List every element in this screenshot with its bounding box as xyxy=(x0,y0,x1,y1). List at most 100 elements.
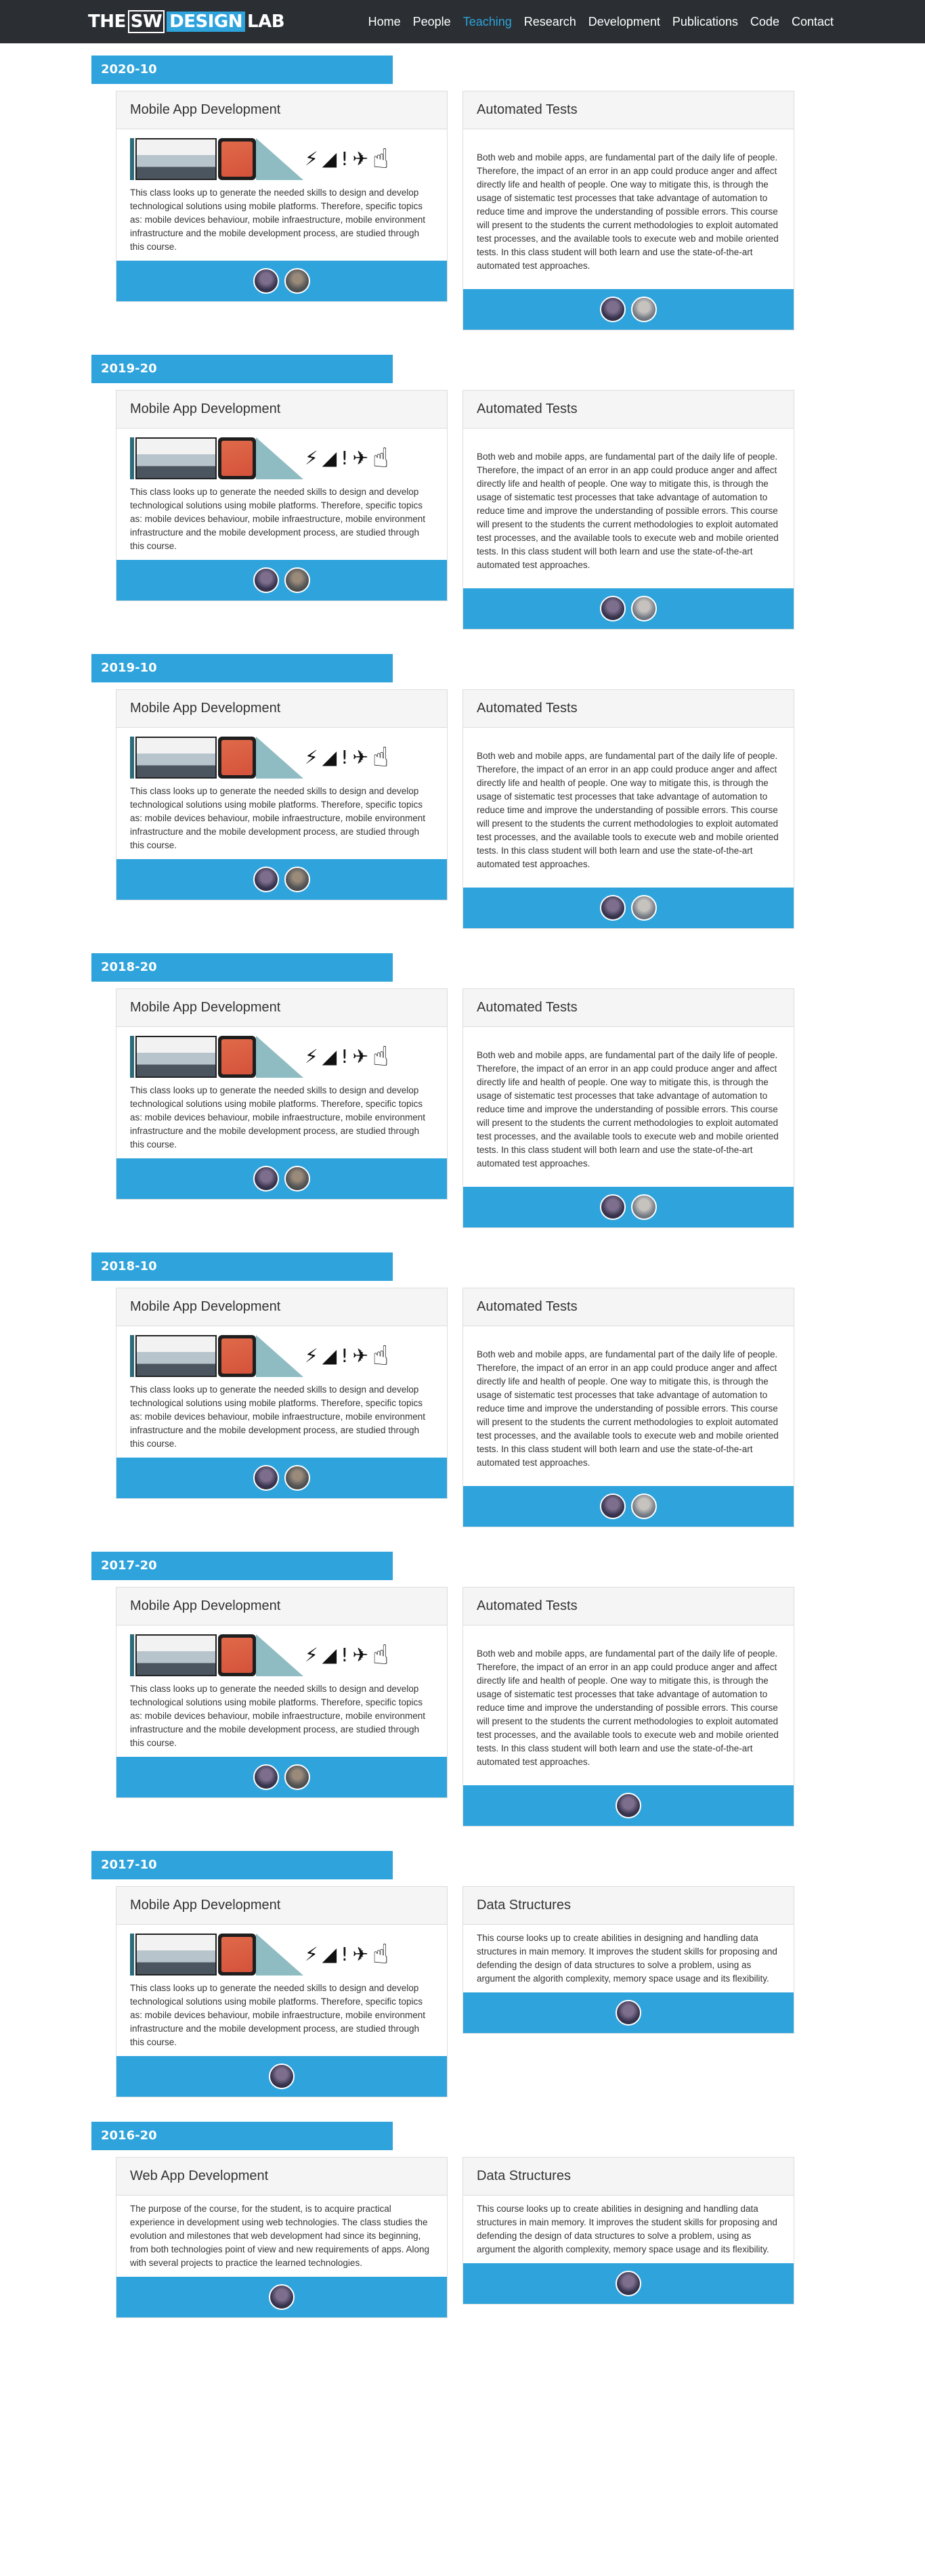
course-instructors xyxy=(463,888,794,928)
course-description: Both web and mobile apps, are fundamenta… xyxy=(477,1050,779,1169)
airplane-icon: ✈ xyxy=(352,1345,368,1367)
touch-icon: ☝ xyxy=(372,1640,389,1671)
banner-phone-icon xyxy=(218,737,256,779)
instructor-avatar[interactable] xyxy=(284,1465,310,1491)
nav-link-code[interactable]: Code xyxy=(750,15,779,29)
course-description: This class looks up to generate the need… xyxy=(130,1983,425,2047)
instructor-avatar[interactable] xyxy=(631,596,657,621)
instructor-avatar[interactable] xyxy=(600,596,626,621)
instructor-avatar[interactable] xyxy=(284,567,310,593)
banner-bar xyxy=(130,1036,134,1078)
instructor-avatar[interactable] xyxy=(269,2284,295,2310)
course-title[interactable]: Mobile App Development xyxy=(116,391,447,429)
course-title[interactable]: Mobile App Development xyxy=(116,1588,447,1625)
nav-link-development[interactable]: Development xyxy=(588,15,660,29)
instructor-avatar[interactable] xyxy=(631,1194,657,1220)
term-label: 2019-10 xyxy=(91,654,393,682)
instructor-avatar[interactable] xyxy=(253,1166,279,1192)
instructor-avatar[interactable] xyxy=(253,867,279,892)
course-row: Mobile App Development ⚡ ◢! ✈ ☝ This class lo… xyxy=(91,988,834,1228)
banner-bar xyxy=(130,737,134,779)
course-body: ⚡ ◢! ✈ ☝ This class looks up to generate the… xyxy=(116,728,447,859)
course-body: ⚡ ◢! ✈ ☝ This class looks up to generate the… xyxy=(116,129,447,261)
nav-link-teaching[interactable]: Teaching xyxy=(463,15,512,29)
site-logo[interactable]: THE SW DESIGN LAB xyxy=(88,10,285,33)
signal-icon: ◢ xyxy=(322,447,337,469)
course-title[interactable]: Web App Development xyxy=(116,2158,447,2196)
course-description: Both web and mobile apps, are fundamenta… xyxy=(477,452,779,570)
alert-icon: ! xyxy=(341,1644,349,1666)
course-title[interactable]: Automated Tests xyxy=(463,1588,794,1625)
instructor-avatar[interactable] xyxy=(600,1194,626,1220)
course-title[interactable]: Automated Tests xyxy=(463,1288,794,1326)
banner-screen-icon xyxy=(135,1934,217,1975)
course-banner-image: ⚡ ◢! ✈ ☝ xyxy=(130,735,433,781)
instructor-avatar[interactable] xyxy=(284,867,310,892)
banner-shape xyxy=(256,1335,303,1377)
instructor-avatar[interactable] xyxy=(616,2000,641,2026)
course-row: Web App Development The purpose of the co… xyxy=(91,2157,834,2318)
instructor-avatar[interactable] xyxy=(284,1166,310,1192)
instructor-avatar[interactable] xyxy=(600,895,626,921)
course-description: Both web and mobile apps, are fundamenta… xyxy=(477,152,779,271)
instructor-avatar[interactable] xyxy=(284,1764,310,1790)
course-title[interactable]: Mobile App Development xyxy=(116,1288,447,1326)
course-body: Both web and mobile apps, are fundamenta… xyxy=(463,429,794,588)
instructor-avatar[interactable] xyxy=(600,1493,626,1519)
teaching-list: 2020-10 Mobile App Development ⚡ ◢! ✈ ☝ This c… xyxy=(91,43,834,2318)
alert-icon: ! xyxy=(341,447,349,469)
nav-link-research[interactable]: Research xyxy=(524,15,576,29)
course-title[interactable]: Mobile App Development xyxy=(116,690,447,728)
top-navbar: THE SW DESIGN LAB Home People Teaching Rese… xyxy=(0,0,925,43)
airplane-icon: ✈ xyxy=(352,746,368,768)
course-title[interactable]: Mobile App Development xyxy=(116,989,447,1027)
banner-shape xyxy=(256,138,303,180)
course-description: This class looks up to generate the need… xyxy=(130,188,425,252)
instructor-avatar[interactable] xyxy=(269,2064,295,2089)
course-body: This course looks up to create abilities… xyxy=(463,2196,794,2263)
instructor-avatar[interactable] xyxy=(284,268,310,294)
course-instructors xyxy=(463,289,794,330)
instructor-avatar[interactable] xyxy=(253,268,279,294)
instructor-avatar[interactable] xyxy=(631,1493,657,1519)
instructor-avatar[interactable] xyxy=(616,2271,641,2296)
instructor-avatar[interactable] xyxy=(631,895,657,921)
course-row: Mobile App Development ⚡ ◢! ✈ ☝ This class lo… xyxy=(91,390,834,630)
banner-shape xyxy=(256,437,303,479)
banner-phone-icon xyxy=(218,1634,256,1676)
course-body: Both web and mobile apps, are fundamenta… xyxy=(463,728,794,888)
nav-link-contact[interactable]: Contact xyxy=(792,15,834,29)
course-banner-image: ⚡ ◢! ✈ ☝ xyxy=(130,1632,433,1678)
nav-link-people[interactable]: People xyxy=(413,15,451,29)
term-section: 2019-20 Mobile App Development ⚡ ◢! ✈ ☝ This c… xyxy=(91,355,834,630)
banner-bar xyxy=(130,437,134,479)
course-card: Mobile App Development ⚡ ◢! ✈ ☝ This class lo… xyxy=(116,91,448,302)
course-banner-image: ⚡ ◢! ✈ ☝ xyxy=(130,136,433,182)
course-banner-image: ⚡ ◢! ✈ ☝ xyxy=(130,1034,433,1080)
course-title[interactable]: Data Structures xyxy=(463,2158,794,2196)
course-title[interactable]: Automated Tests xyxy=(463,989,794,1027)
banner-shape xyxy=(256,1036,303,1078)
course-instructors xyxy=(116,1458,447,1498)
nav-link-home[interactable]: Home xyxy=(368,15,401,29)
course-title[interactable]: Automated Tests xyxy=(463,391,794,429)
course-body: This course looks up to create abilities… xyxy=(463,1925,794,1992)
bluetooth-icon: ⚡ xyxy=(305,746,318,768)
logo-part-the: THE xyxy=(88,12,126,32)
instructor-avatar[interactable] xyxy=(616,1793,641,1818)
course-title[interactable]: Mobile App Development xyxy=(116,1887,447,1925)
course-title[interactable]: Automated Tests xyxy=(463,690,794,728)
course-description: This class looks up to generate the need… xyxy=(130,786,425,850)
instructor-avatar[interactable] xyxy=(253,1764,279,1790)
instructor-avatar[interactable] xyxy=(631,297,657,322)
touch-icon: ☝ xyxy=(372,1041,389,1072)
banner-bar xyxy=(130,1934,134,1975)
instructor-avatar[interactable] xyxy=(600,297,626,322)
course-title[interactable]: Data Structures xyxy=(463,1887,794,1925)
instructor-avatar[interactable] xyxy=(253,1465,279,1491)
nav-link-publications[interactable]: Publications xyxy=(672,15,738,29)
instructor-avatar[interactable] xyxy=(253,567,279,593)
course-title[interactable]: Automated Tests xyxy=(463,91,794,129)
term-label: 2019-20 xyxy=(91,355,393,383)
course-title[interactable]: Mobile App Development xyxy=(116,91,447,129)
